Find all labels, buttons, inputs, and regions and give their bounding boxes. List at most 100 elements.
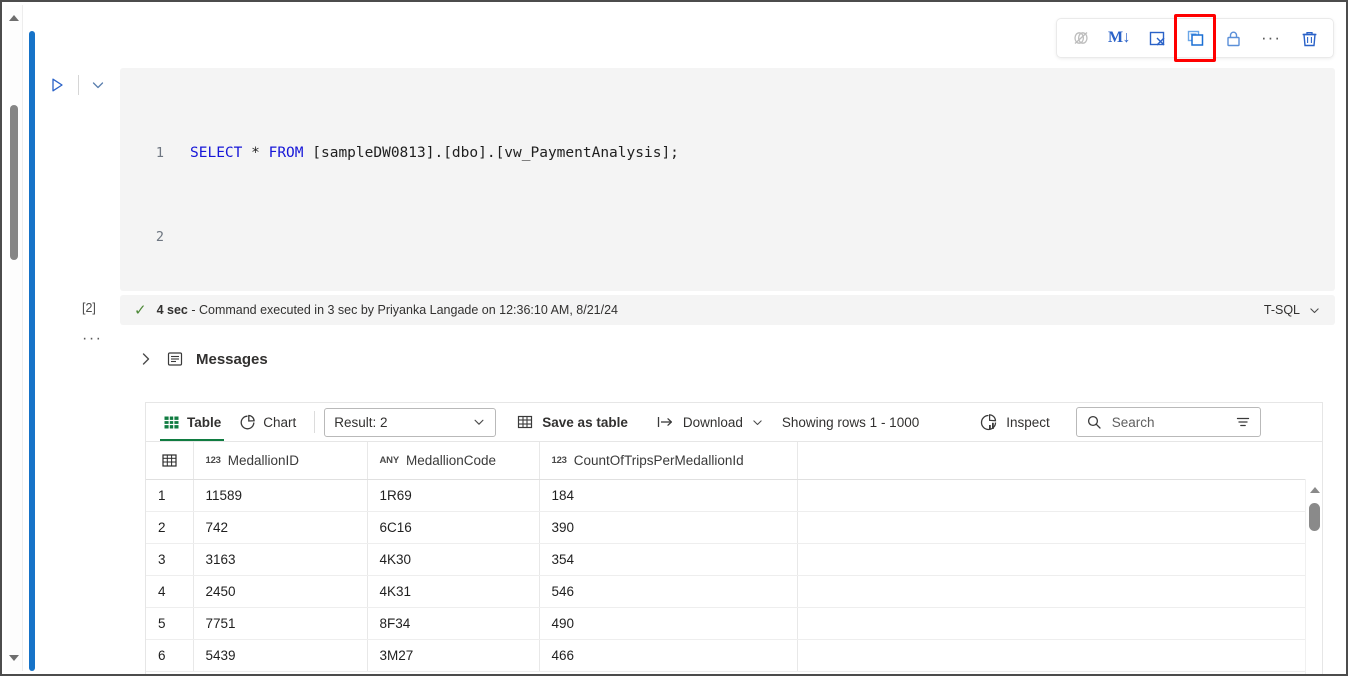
tab-table[interactable]: Table xyxy=(154,403,230,441)
search-icon xyxy=(1086,414,1102,430)
tab-table-label: Table xyxy=(187,415,221,430)
cell-countoftrips[interactable]: 184 xyxy=(539,479,797,511)
cell-medallioncode[interactable]: 3M27 xyxy=(367,639,539,671)
cell-filler xyxy=(797,479,1306,511)
cell-toolbar: M↓ ··· xyxy=(1056,18,1334,58)
inspect-button[interactable]: Inspect xyxy=(969,407,1060,437)
select-all-header[interactable] xyxy=(146,442,193,479)
execution-status-text: 4 sec - Command executed in 3 sec by Pri… xyxy=(157,303,618,317)
line-number: 1 xyxy=(120,143,190,164)
column-header-label: MedallionID xyxy=(228,453,299,468)
messages-toggle[interactable]: Messages xyxy=(138,350,268,368)
delete-icon[interactable] xyxy=(1291,23,1327,53)
messages-icon xyxy=(166,350,184,368)
cell-medallioncode[interactable]: 8F34 xyxy=(367,607,539,639)
duplicate-cell-icon[interactable] xyxy=(1177,23,1213,53)
execution-detail: - Command executed in 3 sec by Priyanka … xyxy=(188,303,618,317)
language-selector[interactable]: T-SQL xyxy=(1264,303,1321,317)
table-row[interactable]: 4 2450 4K31 546 xyxy=(146,575,1306,607)
results-toolbar: Table Chart Result: 2 xyxy=(146,403,1322,442)
save-table-icon xyxy=(516,413,534,431)
cell-medallioncode[interactable]: 4K30 xyxy=(367,543,539,575)
grid-scrollbar[interactable] xyxy=(1305,479,1322,674)
column-header-label: MedallionCode xyxy=(406,453,496,468)
chevron-down-icon xyxy=(1308,304,1321,317)
code-line: 1 SELECT * FROM [sampleDW0813].[dbo].[vw… xyxy=(120,143,1335,164)
tab-chart[interactable]: Chart xyxy=(230,403,305,441)
download-label: Download xyxy=(683,415,743,430)
table-row[interactable]: 3 3163 4K30 354 xyxy=(146,543,1306,575)
results-table: 123 MedallionID ANY MedallionCode 123 Count… xyxy=(146,442,1306,672)
run-menu-chevron-down-icon[interactable] xyxy=(83,70,113,100)
comment-icon[interactable] xyxy=(1063,23,1099,53)
result-selector[interactable]: Result: 2 xyxy=(324,408,496,437)
column-header-countoftrips[interactable]: 123 CountOfTripsPerMedallionId xyxy=(539,442,797,479)
cell-medallionid[interactable]: 742 xyxy=(193,511,367,543)
scroll-down-arrow-icon[interactable] xyxy=(9,655,19,661)
table-grid-icon xyxy=(163,414,180,431)
cell-medallionid[interactable]: 3163 xyxy=(193,543,367,575)
column-header-medallioncode[interactable]: ANY MedallionCode xyxy=(367,442,539,479)
more-options-icon[interactable]: ··· xyxy=(1253,23,1289,53)
code-lines: 1 SELECT * FROM [sampleDW0813].[dbo].[vw… xyxy=(120,68,1335,291)
run-controls-divider xyxy=(78,75,79,95)
cell-medallionid[interactable]: 5439 xyxy=(193,639,367,671)
column-type-badge: 123 xyxy=(552,455,567,466)
column-type-badge: 123 xyxy=(206,455,221,466)
inspect-icon xyxy=(979,413,998,432)
active-cell-indicator xyxy=(29,31,35,671)
markdown-label: M↓ xyxy=(1108,29,1130,47)
table-row[interactable]: 5 7751 8F34 490 xyxy=(146,607,1306,639)
notebook-cell-screenshot: M↓ ··· xyxy=(0,0,1348,676)
cell-overflow-menu-icon[interactable]: ··· xyxy=(82,335,102,343)
cell-countoftrips[interactable]: 390 xyxy=(539,511,797,543)
table-row[interactable]: 6 5439 3M27 466 xyxy=(146,639,1306,671)
cell-medallionid[interactable]: 2450 xyxy=(193,575,367,607)
scroll-up-arrow-icon[interactable] xyxy=(9,15,19,21)
showing-rows-label: Showing rows 1 - 1000 xyxy=(774,415,927,430)
save-as-table-button[interactable]: Save as table xyxy=(506,407,638,437)
chevron-down-icon xyxy=(751,416,764,429)
table-row[interactable]: 1 11589 1R69 184 xyxy=(146,479,1306,511)
chevron-right-icon xyxy=(138,351,154,367)
code-line-text-1: SELECT * FROM [sampleDW0813].[dbo].[vw_P… xyxy=(190,143,1335,164)
column-header-label: CountOfTripsPerMedallionId xyxy=(574,453,744,468)
execution-status-bar: ✓ 4 sec - Command executed in 3 sec by P… xyxy=(120,295,1335,325)
row-number: 3 xyxy=(146,543,193,575)
search-box[interactable] xyxy=(1076,407,1261,437)
cell-countoftrips[interactable]: 466 xyxy=(539,639,797,671)
run-cell-button[interactable] xyxy=(40,70,74,100)
result-selector-value: Result: 2 xyxy=(334,415,387,430)
chevron-down-icon xyxy=(472,415,486,429)
markdown-icon[interactable]: M↓ xyxy=(1101,23,1137,53)
row-number: 1 xyxy=(146,479,193,511)
cell-countoftrips[interactable]: 490 xyxy=(539,607,797,639)
grid-scrollbar-thumb[interactable] xyxy=(1309,503,1320,531)
sql-code-editor[interactable]: 1 SELECT * FROM [sampleDW0813].[dbo].[vw… xyxy=(120,68,1335,291)
lock-icon[interactable] xyxy=(1215,23,1251,53)
toolbar-divider xyxy=(314,411,315,433)
execution-duration: 4 sec xyxy=(157,303,188,317)
pie-chart-icon xyxy=(239,414,256,431)
download-button[interactable]: Download xyxy=(646,407,774,437)
cell-medallioncode[interactable]: 1R69 xyxy=(367,479,539,511)
select-all-grid-icon xyxy=(161,452,178,469)
cell-medallioncode[interactable]: 4K31 xyxy=(367,575,539,607)
cell-countoftrips[interactable]: 354 xyxy=(539,543,797,575)
grid-scroll-up-arrow-icon[interactable] xyxy=(1310,487,1320,493)
row-number: 5 xyxy=(146,607,193,639)
tab-chart-label: Chart xyxy=(263,415,296,430)
clear-output-icon[interactable] xyxy=(1139,23,1175,53)
more-options-label: ··· xyxy=(1261,34,1281,42)
table-row[interactable]: 2 742 6C16 390 xyxy=(146,511,1306,543)
cell-medallionid[interactable]: 7751 xyxy=(193,607,367,639)
search-input[interactable] xyxy=(1110,414,1218,431)
cell-medallioncode[interactable]: 6C16 xyxy=(367,511,539,543)
column-header-medallionid[interactable]: 123 MedallionID xyxy=(193,442,367,479)
column-type-badge: ANY xyxy=(380,455,399,466)
scrollbar-thumb[interactable] xyxy=(10,105,18,260)
page-scrollbar[interactable] xyxy=(5,5,23,671)
cell-countoftrips[interactable]: 546 xyxy=(539,575,797,607)
language-label: T-SQL xyxy=(1264,303,1300,317)
cell-medallionid[interactable]: 11589 xyxy=(193,479,367,511)
